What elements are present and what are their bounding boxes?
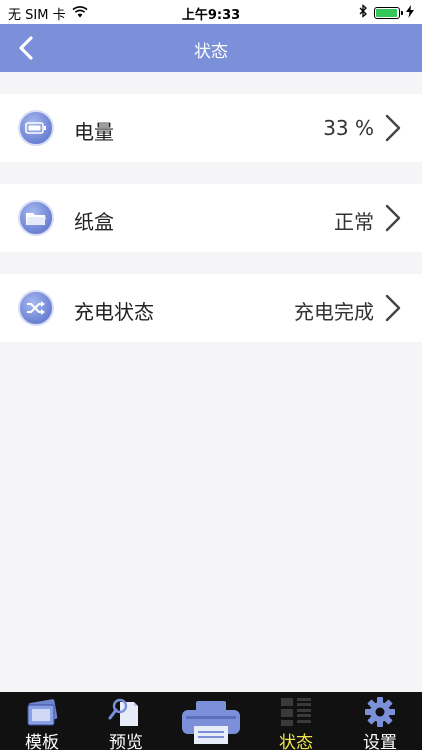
status-row-paper-tray[interactable]: 纸盒 正常 <box>0 184 422 252</box>
tab-status[interactable]: 状态 <box>254 692 338 750</box>
row-label: 电量 <box>74 120 114 144</box>
chevron-right-icon <box>385 114 401 142</box>
chevron-right-icon <box>385 204 401 232</box>
status-row-battery[interactable]: 电量 33 % <box>0 94 422 162</box>
status-grid-icon <box>281 698 311 726</box>
printer-icon <box>182 701 240 744</box>
system-status-bar: 无 SIM 卡 上午9:33 <box>0 0 422 24</box>
gear-icon <box>365 697 395 727</box>
tab-label: 模板 <box>25 733 59 750</box>
print-button[interactable] <box>180 700 242 746</box>
preview-icon <box>108 698 138 726</box>
battery-indicator <box>374 7 403 19</box>
tab-preview[interactable]: 预览 <box>84 692 168 750</box>
row-label: 纸盒 <box>74 210 114 234</box>
tab-label: 设置 <box>363 733 397 750</box>
bluetooth-icon <box>358 4 368 22</box>
tab-label: 状态 <box>279 733 313 750</box>
tab-settings[interactable]: 设置 <box>338 692 422 750</box>
row-value: 33 % <box>323 116 374 140</box>
navigation-bar: 状态 <box>0 24 422 72</box>
shuffle-icon <box>18 290 54 326</box>
page-title: 状态 <box>194 42 228 62</box>
chevron-right-icon <box>385 294 401 322</box>
tab-template[interactable]: 模板 <box>0 692 84 750</box>
template-icon <box>27 699 58 726</box>
folder-icon <box>18 200 54 236</box>
tab-label: 预览 <box>109 733 143 750</box>
status-row-charging[interactable]: 充电状态 充电完成 <box>0 274 422 342</box>
row-value: 正常 <box>334 210 374 234</box>
row-value: 充电完成 <box>294 300 374 324</box>
charging-bolt-icon <box>406 4 414 22</box>
battery-icon <box>18 110 54 146</box>
row-label: 充电状态 <box>74 300 154 324</box>
